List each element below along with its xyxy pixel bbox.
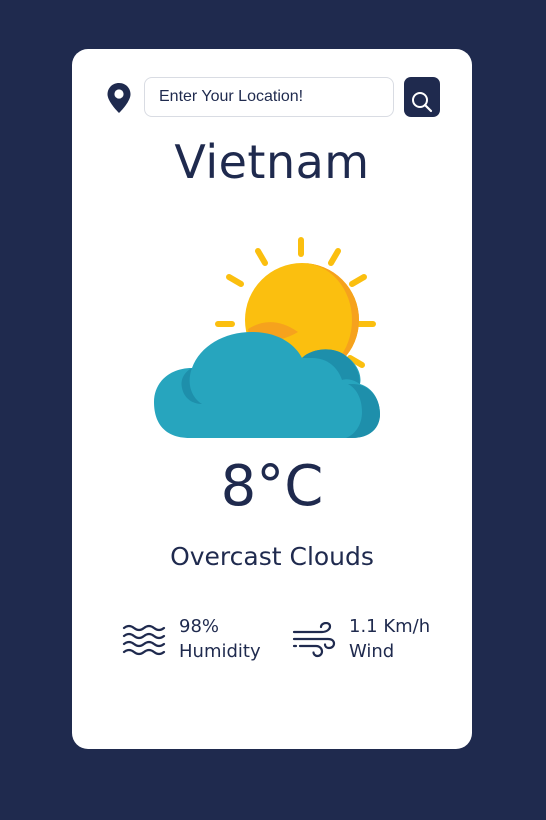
location-search-input[interactable] <box>144 77 394 117</box>
partly-cloudy-sun-icon <box>152 234 392 444</box>
search-button[interactable] <box>404 77 440 117</box>
wind-icon <box>292 621 336 662</box>
wind-text: 1.1 Km/h Wind <box>349 614 430 664</box>
search-icon <box>404 91 440 113</box>
humidity-text: 98% Humidity <box>179 614 261 664</box>
wind-label: Wind <box>349 641 395 662</box>
temperature-value: 8°C <box>220 454 324 519</box>
humidity-label: Humidity <box>179 641 261 662</box>
weather-card: Vietnam 8°C Overcast <box>72 49 472 749</box>
humidity-stat: 98% Humidity <box>122 614 272 664</box>
humidity-value: 98% <box>179 616 220 637</box>
waves-icon <box>122 622 166 660</box>
location-pin-icon <box>106 82 132 114</box>
weather-description: Overcast Clouds <box>170 542 374 571</box>
city-name: Vietnam <box>174 135 370 189</box>
wind-stat: 1.1 Km/h Wind <box>292 614 452 664</box>
wind-value: 1.1 Km/h <box>349 616 431 637</box>
search-bar <box>72 77 472 117</box>
